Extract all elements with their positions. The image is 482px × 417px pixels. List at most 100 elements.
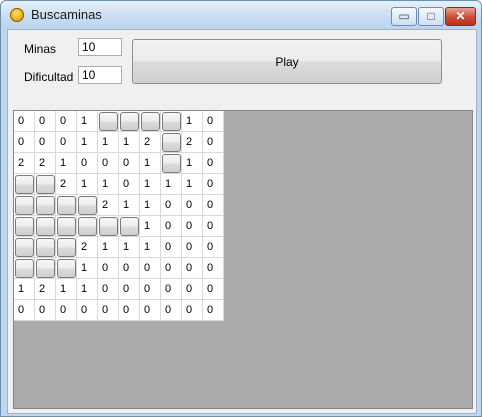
cell-button[interactable] <box>15 259 34 278</box>
revealed-cell: 1 <box>119 132 140 153</box>
revealed-cell: 2 <box>182 132 203 153</box>
unrevealed-cell[interactable] <box>77 216 98 237</box>
revealed-cell: 0 <box>98 300 119 321</box>
revealed-cell: 2 <box>35 279 56 300</box>
unrevealed-cell[interactable] <box>161 132 182 153</box>
revealed-cell: 0 <box>203 111 224 132</box>
play-button[interactable]: Play <box>132 39 442 84</box>
cell-button[interactable] <box>15 175 34 194</box>
cell-button[interactable] <box>99 112 118 131</box>
unrevealed-cell[interactable] <box>14 258 35 279</box>
revealed-cell: 1 <box>140 195 161 216</box>
cell-button[interactable] <box>78 196 97 215</box>
dificultad-label: Dificultad <box>24 70 74 84</box>
unrevealed-cell[interactable] <box>14 174 35 195</box>
revealed-cell: 1 <box>161 174 182 195</box>
unrevealed-cell[interactable] <box>98 216 119 237</box>
minas-input[interactable] <box>78 38 122 56</box>
revealed-cell: 0 <box>161 195 182 216</box>
dificultad-input[interactable] <box>78 66 122 84</box>
revealed-cell: 0 <box>203 279 224 300</box>
unrevealed-cell[interactable] <box>56 258 77 279</box>
cell-button[interactable] <box>162 154 181 173</box>
revealed-cell: 0 <box>98 279 119 300</box>
revealed-cell: 0 <box>182 195 203 216</box>
cell-button[interactable] <box>162 112 181 131</box>
revealed-cell: 0 <box>203 153 224 174</box>
unrevealed-cell[interactable] <box>14 216 35 237</box>
minesweeper-app-icon <box>10 8 24 22</box>
cell-button[interactable] <box>36 217 55 236</box>
cell-button[interactable] <box>141 112 160 131</box>
revealed-cell: 1 <box>77 174 98 195</box>
cell-button[interactable] <box>57 217 76 236</box>
revealed-cell: 2 <box>35 153 56 174</box>
cell-button[interactable] <box>15 196 34 215</box>
revealed-cell: 0 <box>140 279 161 300</box>
revealed-cell: 0 <box>119 174 140 195</box>
cell-button[interactable] <box>57 238 76 257</box>
unrevealed-cell[interactable] <box>161 111 182 132</box>
unrevealed-cell[interactable] <box>14 195 35 216</box>
unrevealed-cell[interactable] <box>14 237 35 258</box>
title-bar[interactable]: Buscaminas ▭ □ ✕ <box>1 1 481 29</box>
cell-button[interactable] <box>162 133 181 152</box>
unrevealed-cell[interactable] <box>56 237 77 258</box>
revealed-cell: 1 <box>182 174 203 195</box>
revealed-cell: 0 <box>182 279 203 300</box>
revealed-cell: 0 <box>14 132 35 153</box>
revealed-cell: 0 <box>182 216 203 237</box>
unrevealed-cell[interactable] <box>77 195 98 216</box>
cell-button[interactable] <box>57 196 76 215</box>
window-title: Buscaminas <box>31 7 102 22</box>
unrevealed-cell[interactable] <box>140 111 161 132</box>
cell-button[interactable] <box>99 217 118 236</box>
revealed-cell: 2 <box>56 174 77 195</box>
revealed-cell: 1 <box>77 279 98 300</box>
minimize-button[interactable]: ▭ <box>391 7 417 26</box>
unrevealed-cell[interactable] <box>35 237 56 258</box>
unrevealed-cell[interactable] <box>56 216 77 237</box>
revealed-cell: 2 <box>14 153 35 174</box>
cell-button[interactable] <box>57 259 76 278</box>
cell-button[interactable] <box>36 175 55 194</box>
unrevealed-cell[interactable] <box>35 216 56 237</box>
cell-button[interactable] <box>78 217 97 236</box>
revealed-cell: 0 <box>161 216 182 237</box>
unrevealed-cell[interactable] <box>161 153 182 174</box>
revealed-cell: 0 <box>140 300 161 321</box>
unrevealed-cell[interactable] <box>56 195 77 216</box>
close-button[interactable]: ✕ <box>445 7 476 26</box>
revealed-cell: 0 <box>203 216 224 237</box>
cell-button[interactable] <box>120 112 139 131</box>
revealed-cell: 0 <box>119 279 140 300</box>
revealed-cell: 0 <box>98 153 119 174</box>
cell-button[interactable] <box>120 217 139 236</box>
unrevealed-cell[interactable] <box>35 258 56 279</box>
revealed-cell: 0 <box>77 300 98 321</box>
minas-label: Minas <box>24 42 57 56</box>
unrevealed-cell[interactable] <box>35 195 56 216</box>
unrevealed-cell[interactable] <box>119 111 140 132</box>
unrevealed-cell[interactable] <box>98 111 119 132</box>
revealed-cell: 0 <box>140 258 161 279</box>
unrevealed-cell[interactable] <box>119 216 140 237</box>
revealed-cell: 1 <box>77 132 98 153</box>
cell-button[interactable] <box>15 217 34 236</box>
revealed-cell: 0 <box>119 258 140 279</box>
revealed-cell: 1 <box>140 237 161 258</box>
cell-button[interactable] <box>36 259 55 278</box>
unrevealed-cell[interactable] <box>35 174 56 195</box>
revealed-cell: 0 <box>14 111 35 132</box>
revealed-cell: 0 <box>77 153 98 174</box>
minefield-panel: 0001100001112202210001102110111021100010… <box>13 110 473 409</box>
revealed-cell: 1 <box>119 237 140 258</box>
revealed-cell: 0 <box>161 237 182 258</box>
cell-button[interactable] <box>15 238 34 257</box>
revealed-cell: 2 <box>77 237 98 258</box>
revealed-cell: 1 <box>77 111 98 132</box>
cell-button[interactable] <box>36 196 55 215</box>
cell-button[interactable] <box>36 238 55 257</box>
revealed-cell: 0 <box>182 237 203 258</box>
maximize-button[interactable]: □ <box>418 7 444 26</box>
